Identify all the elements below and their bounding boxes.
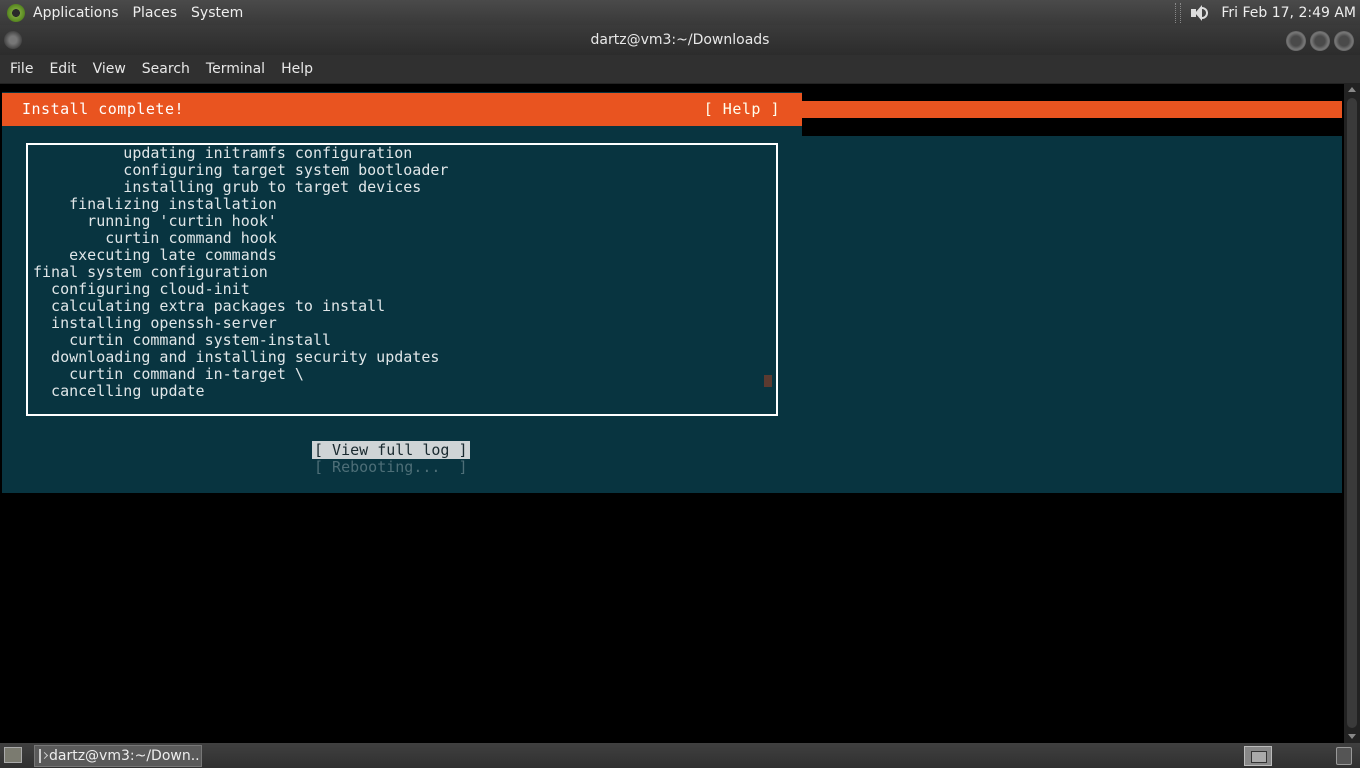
log-scroll-indicator[interactable] <box>764 375 772 387</box>
install-log-box[interactable]: updating initramfs configuration configu… <box>26 143 778 416</box>
panel-tray: Fri Feb 17, 2:49 AM <box>1175 0 1360 25</box>
header-bar-extension <box>802 101 1342 118</box>
log-line: downloading and installing security upda… <box>33 348 440 366</box>
log-line: cancelling update <box>33 382 205 400</box>
log-line: configuring cloud-init <box>33 280 250 298</box>
window-title: dartz@vm3:~/Downloads <box>590 32 770 48</box>
terminal-menubar: File Edit View Search Terminal Help <box>0 55 1360 84</box>
distro-logo-icon[interactable] <box>7 3 25 22</box>
log-line: curtin command hook <box>33 229 277 247</box>
help-button[interactable]: [ Help ] <box>704 93 780 126</box>
log-line: configuring target system bootloader <box>33 161 449 179</box>
panel-separator <box>1175 2 1182 23</box>
menu-terminal[interactable]: Terminal <box>206 61 265 77</box>
scrollbar-thumb[interactable] <box>1347 98 1357 728</box>
installer-header: Install complete! [ Help ] <box>2 93 802 126</box>
log-line: running 'curtin hook' <box>33 212 277 230</box>
menu-applications[interactable]: Applications <box>33 5 119 21</box>
menu-view[interactable]: View <box>93 61 126 77</box>
log-line: curtin command system-install <box>33 331 332 349</box>
log-line: curtin command in-target \ <box>33 365 304 383</box>
scroll-up-icon[interactable] <box>1348 87 1356 92</box>
log-line: updating initramfs configuration <box>33 144 413 162</box>
terminal-icon <box>39 749 41 763</box>
menu-edit[interactable]: Edit <box>49 61 76 77</box>
workspace-switcher-icon[interactable] <box>1244 746 1272 766</box>
minimize-icon[interactable] <box>1286 31 1306 51</box>
view-full-log-button[interactable]: [ View full log ] <box>312 441 470 459</box>
top-panel: Applications Places System Fri Feb 17, 2… <box>0 0 1360 25</box>
close-icon[interactable] <box>1334 31 1354 51</box>
log-line: finalizing installation <box>33 195 277 213</box>
trash-icon[interactable] <box>1336 747 1352 765</box>
terminal-scrollbar[interactable] <box>1344 84 1360 743</box>
menu-places[interactable]: Places <box>133 5 178 21</box>
rebooting-button: [ Rebooting... ] <box>314 458 468 476</box>
log-line: calculating extra packages to install <box>33 297 386 315</box>
volume-icon[interactable] <box>1189 4 1209 22</box>
log-line: final system configuration <box>33 263 268 281</box>
taskbar-window-button[interactable]: dartz@vm3:~/Down... <box>34 745 202 767</box>
taskbar-window-label: dartz@vm3:~/Down... <box>49 748 202 764</box>
menu-search[interactable]: Search <box>142 61 190 77</box>
install-status-title: Install complete! <box>22 100 185 118</box>
window-titlebar[interactable]: dartz@vm3:~/Downloads <box>0 25 1360 55</box>
show-desktop-icon[interactable] <box>4 747 22 763</box>
window-menu-icon[interactable] <box>4 31 22 49</box>
menu-help[interactable]: Help <box>281 61 313 77</box>
log-line: installing grub to target devices <box>33 178 422 196</box>
clock[interactable]: Fri Feb 17, 2:49 AM <box>1221 5 1356 21</box>
menu-file[interactable]: File <box>10 61 33 77</box>
terminal-content[interactable]: Install complete! [ Help ] updating init… <box>2 84 1342 743</box>
scroll-down-icon[interactable] <box>1348 734 1356 739</box>
log-line: executing late commands <box>33 246 277 264</box>
maximize-icon[interactable] <box>1310 31 1330 51</box>
menu-system[interactable]: System <box>191 5 243 21</box>
log-line: installing openssh-server <box>33 314 277 332</box>
bottom-panel: dartz@vm3:~/Down... <box>0 743 1360 768</box>
